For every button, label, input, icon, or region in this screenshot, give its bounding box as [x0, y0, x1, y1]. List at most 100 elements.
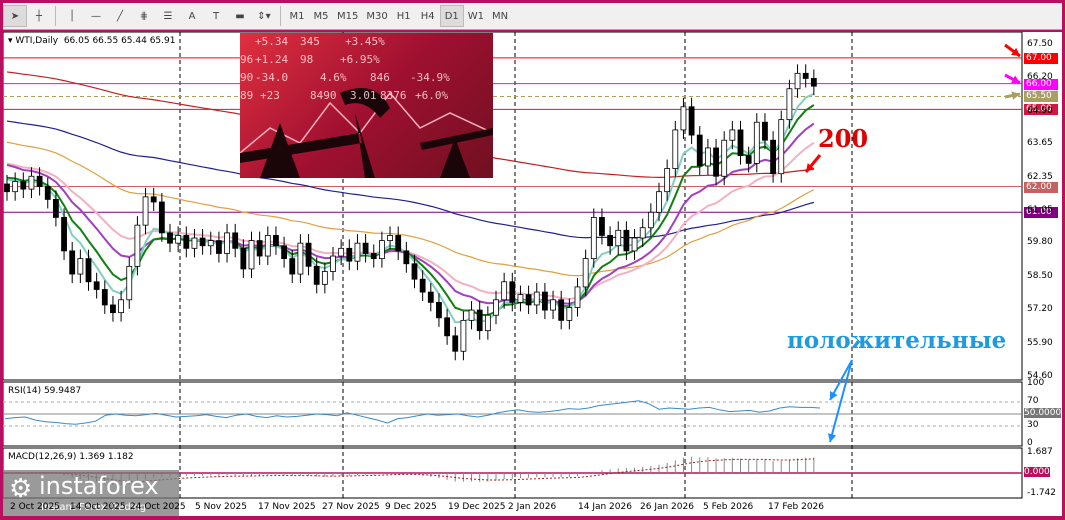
candle-body — [688, 106, 695, 136]
candle-body — [338, 247, 345, 257]
candle-body — [183, 235, 190, 249]
timeframe-h4[interactable]: H4 — [416, 5, 440, 27]
candle-body — [411, 263, 418, 280]
candle-body — [517, 294, 524, 303]
timeframe-m30[interactable]: M30 — [362, 5, 391, 27]
trendline-tool-button[interactable]: ╱ — [108, 5, 132, 27]
crosshair-icon: ┼ — [35, 10, 43, 22]
photo-ticker-text: 96 — [240, 53, 254, 66]
candle-body — [264, 235, 271, 257]
candle-body — [737, 129, 744, 157]
candle-body — [36, 175, 43, 187]
candle-body — [647, 211, 654, 229]
level-price-label: 62.00 — [1024, 181, 1058, 193]
candle-body — [476, 309, 483, 332]
fibonacci-icon: ⋕ — [139, 10, 149, 22]
timeframe-m5[interactable]: M5 — [309, 5, 333, 27]
horizontal-line-tool-button[interactable]: — — [84, 5, 108, 27]
rsi-tick-label: 70 — [1027, 396, 1039, 406]
candle-body — [705, 147, 711, 167]
candle-body — [656, 191, 662, 213]
candle-body — [753, 121, 760, 164]
price-tick-label: 64.90 — [1027, 105, 1053, 116]
photo-ticker-text: 90 — [240, 71, 254, 84]
candle-body — [224, 232, 230, 254]
candle-body — [770, 139, 776, 175]
candle-body — [273, 235, 279, 247]
level-price-label: 65.50 — [1024, 91, 1058, 103]
candle-body — [370, 253, 377, 260]
price-tick-label: 61.05 — [1027, 205, 1053, 215]
logo-brand: instaforex — [39, 472, 159, 500]
fibo-levels-icon: ☰ — [163, 10, 173, 22]
candle-body — [150, 196, 157, 203]
candle-body — [110, 304, 116, 314]
candle-body — [77, 258, 84, 275]
candle-body — [330, 255, 336, 272]
photo-ticker-text: 846 — [370, 71, 390, 84]
candle-body — [436, 301, 442, 319]
candle-body — [713, 147, 719, 177]
candle-body — [387, 235, 393, 241]
candle-body — [631, 237, 638, 252]
candle-body — [167, 232, 173, 244]
price-tick-label: 67.50 — [1027, 39, 1053, 49]
candle-body — [142, 196, 149, 226]
chart-window[interactable] — [2, 31, 1062, 516]
photo-ticker-text: 8376 — [380, 89, 407, 102]
date-tick-label: 9 Dec 2025 — [385, 502, 437, 512]
timeframe-m1[interactable]: M1 — [285, 5, 309, 27]
arrow-icon-macd — [829, 359, 853, 443]
photo-ticker-text: +6.95% — [340, 53, 380, 66]
candle-body — [542, 291, 548, 311]
timeframe-m15[interactable]: M15 — [333, 5, 362, 27]
date-tick-label: 19 Dec 2025 — [448, 502, 506, 512]
price-tick-label: 57.20 — [1027, 304, 1053, 315]
rectangle-icon: ▬ — [235, 10, 245, 22]
timeframe-w1[interactable]: W1 — [464, 5, 488, 27]
candle-body — [729, 129, 736, 141]
photo-ticker-text: +6.0% — [415, 89, 449, 102]
candle-body — [69, 250, 76, 275]
date-tick-label: 14 Jan 2026 — [578, 502, 632, 512]
text-icon: A — [188, 10, 196, 22]
candle-body — [313, 265, 320, 285]
photo-ticker-text: 8490 — [310, 89, 337, 102]
timeframe-h1[interactable]: H1 — [392, 5, 416, 27]
date-tick-label: 17 Nov 2025 — [258, 502, 316, 512]
candle-body — [403, 250, 410, 265]
crosshair-tool-button[interactable]: ┼ — [27, 5, 51, 27]
candle-body — [566, 307, 573, 321]
text-tool-button[interactable]: A — [180, 5, 204, 27]
rectangle-tool-button[interactable]: ▬ — [228, 5, 252, 27]
candle-body — [395, 235, 402, 252]
candle-body — [362, 242, 369, 254]
price-tick-label: 63.65 — [1027, 138, 1053, 149]
logo-gear-icon: ⚙ — [9, 474, 33, 504]
date-tick-label: 5 Nov 2025 — [195, 502, 247, 512]
vertical-line-tool-button[interactable]: │ — [60, 5, 84, 27]
candle-body — [232, 232, 239, 249]
cursor-tool-button[interactable]: ➤ — [3, 5, 27, 27]
timeframe-mn[interactable]: MN — [488, 5, 512, 27]
price-tick-label: 58.50 — [1027, 270, 1053, 281]
arrows-tool-button[interactable]: ⇕▾ — [252, 5, 276, 27]
timeframe-d1[interactable]: D1 — [439, 5, 464, 27]
candle-body — [427, 291, 434, 303]
date-tick-label: 2 Oct 2025 — [10, 502, 60, 512]
candle-body — [297, 242, 304, 275]
toolbar-separator — [280, 6, 281, 26]
label-tool-button[interactable]: T — [204, 5, 228, 27]
price-tick-label: 55.90 — [1027, 337, 1053, 348]
candle-body — [354, 242, 361, 262]
photo-ticker-text: -34.0 — [255, 71, 289, 84]
photo-ticker-text: +1.24 — [255, 53, 289, 66]
chart-canvas[interactable] — [2, 31, 1062, 516]
candle-body — [745, 155, 752, 164]
fibonacci-tool-button[interactable]: ⋕ — [132, 5, 156, 27]
macd-tick-label: -1.742 — [1027, 487, 1057, 498]
candle-body — [305, 242, 312, 267]
candle-body — [599, 217, 605, 236]
candle-body — [484, 314, 491, 332]
fibo-levels-tool-button[interactable]: ☰ — [156, 5, 180, 27]
